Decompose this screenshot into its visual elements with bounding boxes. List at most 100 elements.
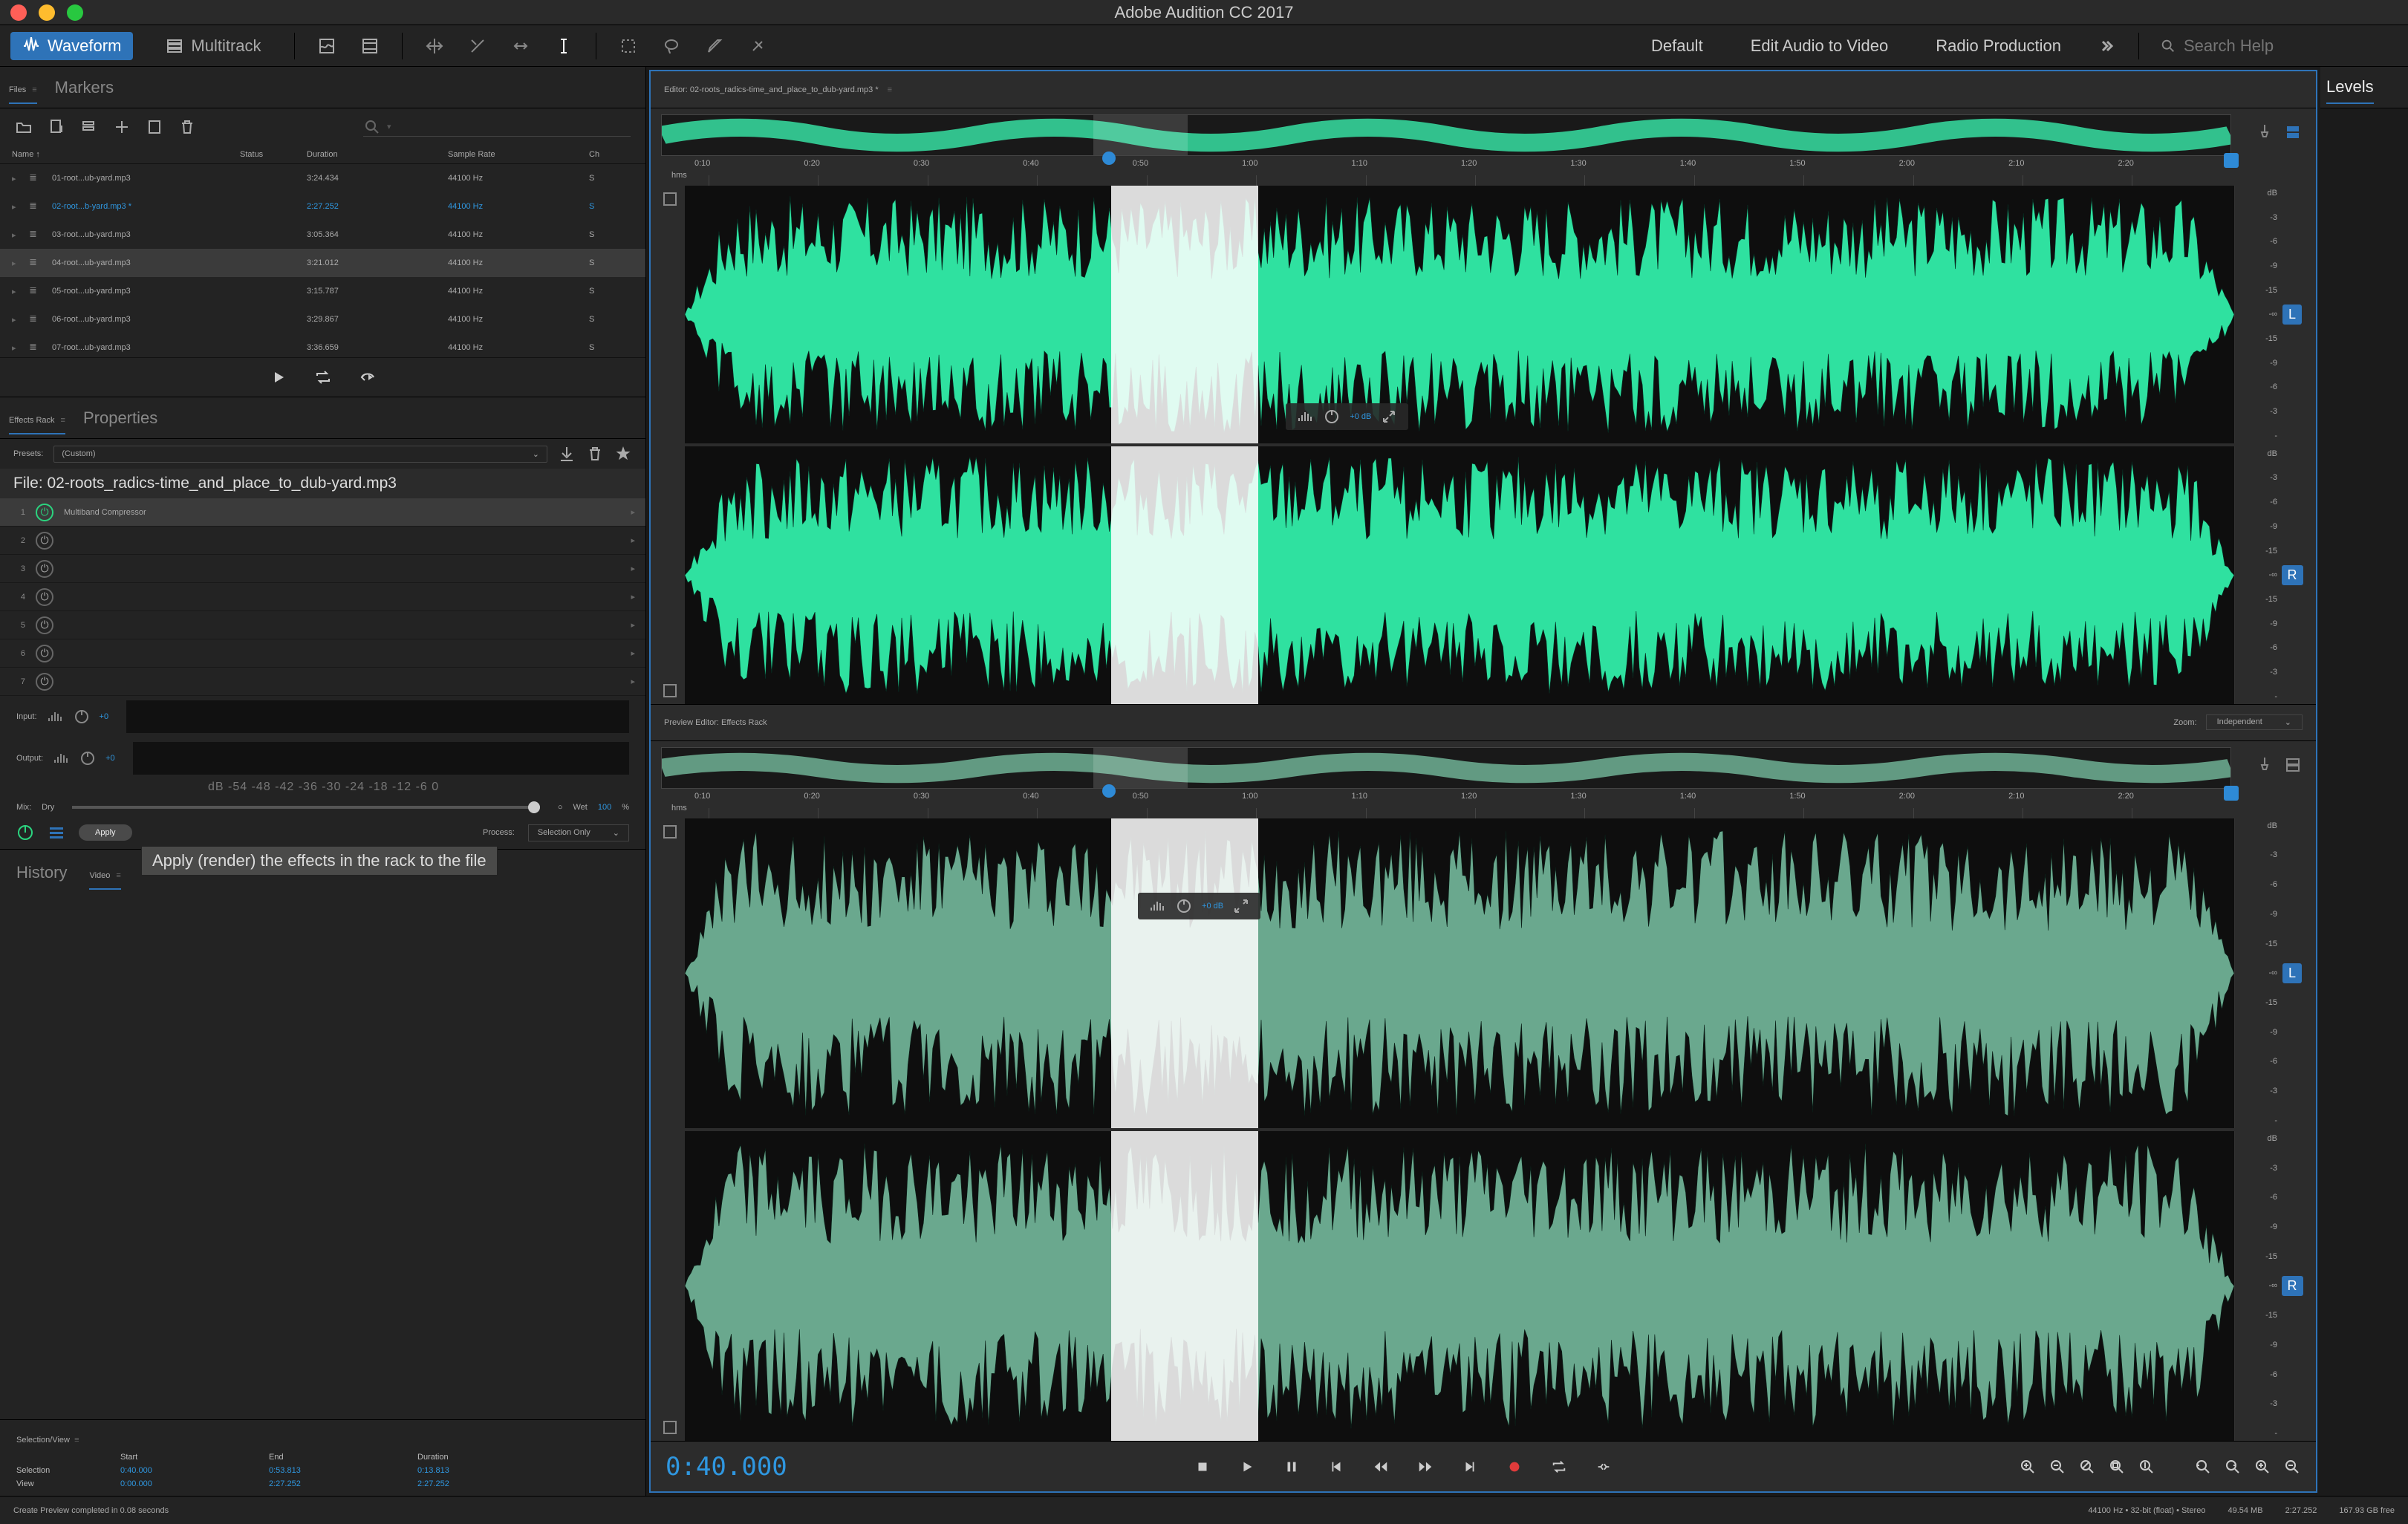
channel-l-badge[interactable]: L: [2282, 963, 2302, 983]
file-row[interactable]: ▸ 𝍤 01-root...ub-yard.mp3 3:24.434 44100…: [0, 164, 645, 192]
expand-icon[interactable]: ▸: [12, 258, 30, 268]
workspace-edit-audio-to-video[interactable]: Edit Audio to Video: [1737, 36, 1902, 56]
slot-power-icon[interactable]: ⏻: [36, 588, 53, 606]
zoom-window-icon[interactable]: [67, 4, 83, 21]
slot-power-icon[interactable]: ⏻: [36, 532, 53, 550]
effect-slot[interactable]: 3 ⏻ ▸: [0, 555, 645, 583]
pause-button[interactable]: [1277, 1452, 1306, 1482]
forward-button[interactable]: [1410, 1452, 1440, 1482]
panel-menu-icon[interactable]: ≡: [61, 416, 65, 425]
knob-icon[interactable]: [1323, 408, 1341, 426]
collapse-icon[interactable]: [1380, 408, 1398, 426]
zoom-in-icon[interactable]: [2019, 1458, 2037, 1476]
zoom-in-point-icon[interactable]: [2194, 1458, 2212, 1476]
zoom-dropdown[interactable]: Independent⌄: [2206, 714, 2303, 730]
overview-selection[interactable]: [1093, 115, 1188, 155]
expand-icon[interactable]: ▸: [12, 174, 30, 183]
save-preset-icon[interactable]: [558, 445, 576, 463]
expand-icon[interactable]: ▸: [12, 287, 30, 296]
files-header[interactable]: Name ↑ Status Duration Sample Rate Ch: [0, 146, 645, 164]
expand-icon[interactable]: ▸: [12, 315, 30, 325]
rack-power-icon[interactable]: [16, 824, 34, 841]
col-duration[interactable]: Duration: [307, 150, 448, 159]
file-row[interactable]: ▸ 𝍤 03-root...ub-yard.mp3 3:05.364 44100…: [0, 221, 645, 249]
cti-end-icon[interactable]: [2224, 786, 2239, 801]
editor-overview[interactable]: [661, 114, 2231, 156]
files-search[interactable]: ▾: [363, 118, 631, 137]
vol-envelope-icon[interactable]: [661, 823, 679, 841]
knob-icon[interactable]: [73, 708, 91, 726]
overview-selection[interactable]: [1093, 748, 1188, 788]
time-select-tool-icon[interactable]: [553, 35, 575, 57]
col-channels[interactable]: Ch: [589, 150, 634, 159]
expand-icon[interactable]: ▸: [12, 202, 30, 212]
more-workspaces-icon[interactable]: [2095, 35, 2118, 57]
file-row[interactable]: ▸ 𝍤 05-root...ub-yard.mp3 3:15.787 44100…: [0, 277, 645, 305]
expand-icon[interactable]: [1232, 897, 1250, 915]
effect-slot[interactable]: 7 ⏻ ▸: [0, 668, 645, 696]
playhead-icon[interactable]: [1102, 784, 1116, 798]
zoom-full-icon[interactable]: [2078, 1458, 2096, 1476]
slot-power-icon[interactable]: ⏻: [36, 504, 53, 521]
pin-icon[interactable]: [2256, 756, 2274, 774]
workspace-default[interactable]: Default: [1638, 36, 1716, 56]
slider-knob-icon[interactable]: [528, 801, 540, 813]
delete-preset-icon[interactable]: [586, 445, 604, 463]
preview-waveform-area[interactable]: dB-3-6-9-15-∞-15-9-6-3-dB-3-6-9-15-∞-15-…: [661, 818, 2306, 1441]
pan-envelope-icon[interactable]: [661, 1419, 679, 1436]
new-file-icon[interactable]: [48, 118, 65, 136]
play-icon[interactable]: [270, 368, 287, 386]
autoplay-icon[interactable]: [359, 368, 377, 386]
slip-tool-icon[interactable]: [510, 35, 532, 57]
move-tool-icon[interactable]: [423, 35, 446, 57]
editor-hud[interactable]: +0 dB: [1286, 403, 1408, 430]
hud-db-value[interactable]: +0 dB: [1202, 902, 1223, 911]
channel-r-badge[interactable]: R: [2282, 565, 2303, 585]
slot-power-icon[interactable]: ⏻: [36, 560, 53, 578]
go-start-button[interactable]: [1321, 1452, 1351, 1482]
effect-slot[interactable]: 6 ⏻ ▸: [0, 639, 645, 668]
effect-slot[interactable]: 5 ⏻ ▸: [0, 611, 645, 639]
playhead-icon[interactable]: [1102, 152, 1116, 165]
col-status[interactable]: Status: [240, 150, 307, 159]
loop-button[interactable]: [1544, 1452, 1574, 1482]
effect-slot[interactable]: 1 ⏻ Multiband Compressor ▸: [0, 498, 645, 527]
pin-icon[interactable]: [2256, 123, 2274, 141]
slot-open-icon[interactable]: ▸: [631, 620, 635, 630]
mix-slider[interactable]: [72, 806, 540, 809]
selection-highlight[interactable]: [1111, 446, 1258, 704]
effect-slot[interactable]: 2 ⏻ ▸: [0, 527, 645, 555]
preview-hud[interactable]: +0 dB: [1138, 893, 1260, 919]
heal-tool-icon[interactable]: [746, 35, 769, 57]
tab-markers[interactable]: Markers: [55, 72, 114, 103]
file-row[interactable]: ▸ 𝍤 02-root...b-yard.mp3 * 2:27.252 4410…: [0, 192, 645, 221]
slot-open-icon[interactable]: ▸: [631, 592, 635, 602]
selection-highlight[interactable]: [1111, 818, 1258, 1128]
skip-selection-button[interactable]: [1589, 1452, 1618, 1482]
favorite-icon[interactable]: [614, 445, 632, 463]
slot-open-icon[interactable]: ▸: [631, 535, 635, 545]
slot-power-icon[interactable]: ⏻: [36, 673, 53, 691]
loop-icon[interactable]: [314, 368, 332, 386]
presets-dropdown[interactable]: (Custom)⌄: [53, 446, 547, 463]
view-start[interactable]: 0:00.000: [120, 1479, 269, 1488]
stop-button[interactable]: [1188, 1452, 1217, 1482]
lasso-tool-icon[interactable]: [660, 35, 683, 57]
minimize-window-icon[interactable]: [39, 4, 55, 21]
expand-icon[interactable]: ▸: [12, 230, 30, 240]
editor-ruler[interactable]: hms0:100:200:300:400:501:001:101:201:301…: [661, 156, 2242, 186]
zoom-in-vert-icon[interactable]: [2138, 1458, 2155, 1476]
view-waveform-button[interactable]: Waveform: [10, 32, 133, 60]
selection-highlight[interactable]: [1111, 1131, 1258, 1441]
zoom-amp-in-icon[interactable]: [2254, 1458, 2271, 1476]
brush-tool-icon[interactable]: [703, 35, 726, 57]
rewind-button[interactable]: [1366, 1452, 1396, 1482]
new-multitrack-icon[interactable]: [80, 118, 98, 136]
editor-channel-right[interactable]: [685, 446, 2234, 704]
channels-icon[interactable]: [2284, 123, 2302, 141]
go-end-button[interactable]: [1455, 1452, 1485, 1482]
zoom-amp-out-icon[interactable]: [2283, 1458, 2301, 1476]
channel-l-badge[interactable]: L: [2282, 305, 2302, 325]
mix-wet-value[interactable]: 100: [598, 803, 611, 812]
preview-overview[interactable]: [661, 747, 2231, 789]
